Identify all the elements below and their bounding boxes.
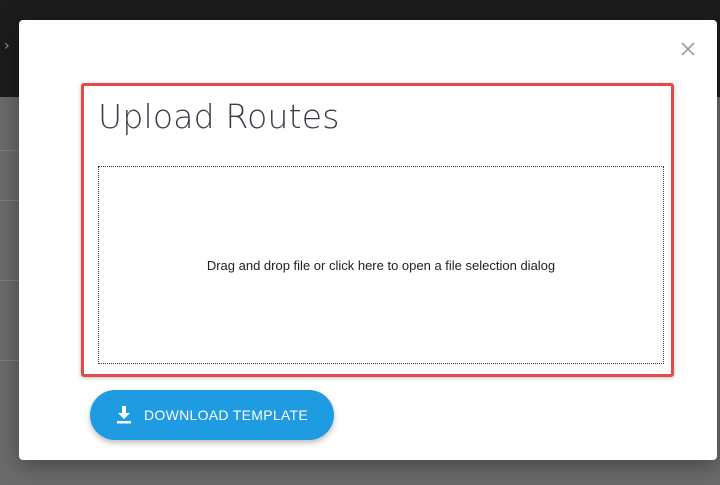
dialog-title: Upload Routes xyxy=(98,97,340,136)
background-row-divider xyxy=(0,280,20,281)
background-row-divider xyxy=(0,200,20,201)
chevron-right-icon: › xyxy=(4,38,10,54)
upload-routes-dialog: Upload Routes Drag and drop file or clic… xyxy=(19,20,717,460)
download-icon xyxy=(116,406,131,424)
download-template-button[interactable]: DOWNLOAD TEMPLATE xyxy=(90,390,334,440)
dropzone-instructions: Drag and drop file or click here to open… xyxy=(206,257,556,273)
download-template-label: DOWNLOAD TEMPLATE xyxy=(143,407,309,423)
background-row-divider xyxy=(0,150,20,151)
close-icon xyxy=(681,42,695,56)
file-dropzone[interactable]: Drag and drop file or click here to open… xyxy=(98,166,664,364)
close-button[interactable] xyxy=(675,36,701,62)
background-row-divider xyxy=(0,360,20,361)
